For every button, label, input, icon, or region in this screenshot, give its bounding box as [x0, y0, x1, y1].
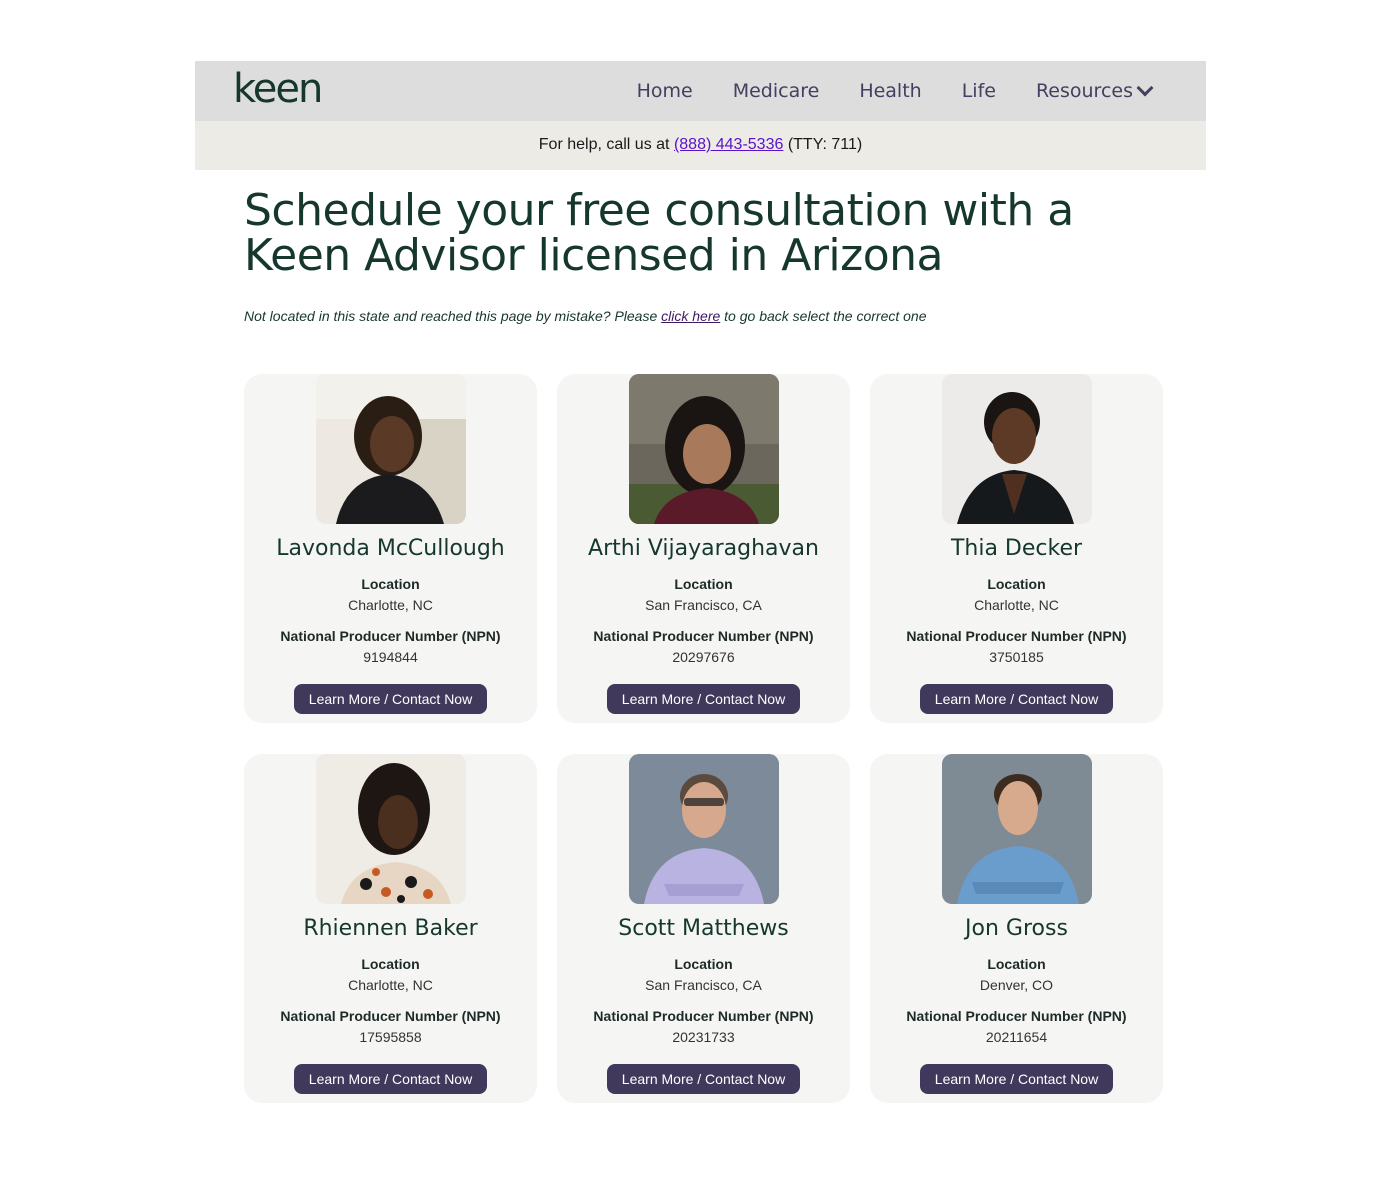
- top-navigation: keen Home Medicare Health Life Resources: [195, 61, 1206, 121]
- location-label: Location: [674, 956, 733, 972]
- advisor-name: Rhiennen Baker: [303, 916, 478, 941]
- nav-resources[interactable]: Resources: [1035, 79, 1154, 102]
- advisor-photo: [315, 754, 466, 904]
- location-value: Charlotte, NC: [348, 977, 433, 993]
- nav-resources-label: Resources: [1035, 80, 1133, 102]
- advisor-card: Lavonda McCullough Location Charlotte, N…: [244, 374, 537, 723]
- notice-suffix: to go back select the correct one: [724, 308, 927, 324]
- nav-links: Home Medicare Health Life Resources: [597, 61, 1154, 121]
- location-label: Location: [987, 956, 1046, 972]
- location-label: Location: [361, 956, 420, 972]
- learn-more-button[interactable]: Learn More / Contact Now: [919, 1064, 1114, 1094]
- help-tty: (TTY: 711): [787, 136, 863, 153]
- chevron-down-icon: [1136, 79, 1154, 97]
- notice-prefix: Not located in this state and reached th…: [244, 308, 658, 324]
- location-label: Location: [987, 576, 1046, 592]
- state-notice: Not located in this state and reached th…: [244, 308, 1206, 324]
- advisor-photo: [941, 754, 1092, 904]
- advisor-photo: [941, 374, 1092, 524]
- nav-life[interactable]: Life: [962, 80, 996, 102]
- advisor-photo: [628, 374, 779, 524]
- npn-value: 17595858: [359, 1029, 422, 1045]
- help-bar: For help, call us at (888) 443-5336 (TTY…: [195, 121, 1206, 170]
- npn-value: 20297676: [672, 649, 735, 665]
- npn-value: 9194844: [363, 649, 418, 665]
- advisor-card: Thia Decker Location Charlotte, NC Natio…: [870, 374, 1163, 723]
- site-container: keen Home Medicare Health Life Resources…: [195, 61, 1206, 1114]
- npn-label: National Producer Number (NPN): [593, 1008, 814, 1024]
- npn-label: National Producer Number (NPN): [280, 628, 501, 644]
- learn-more-button[interactable]: Learn More / Contact Now: [293, 1064, 488, 1094]
- advisor-photo: [628, 754, 779, 904]
- advisor-card: Jon Gross Location Denver, CO National P…: [870, 754, 1163, 1103]
- npn-label: National Producer Number (NPN): [593, 628, 814, 644]
- advisor-name: Lavonda McCullough: [276, 536, 505, 561]
- advisor-grid: Lavonda McCullough Location Charlotte, N…: [244, 374, 1164, 1114]
- help-phone-link[interactable]: (888) 443-5336: [674, 136, 783, 153]
- location-value: San Francisco, CA: [645, 597, 762, 613]
- advisor-card: Scott Matthews Location San Francisco, C…: [557, 754, 850, 1103]
- location-value: Denver, CO: [979, 977, 1054, 993]
- npn-value: 20231733: [672, 1029, 735, 1045]
- main-content: Schedule your free consultation with a K…: [195, 188, 1206, 1114]
- nav-medicare[interactable]: Medicare: [733, 80, 820, 102]
- keen-logo[interactable]: keen: [233, 65, 323, 113]
- learn-more-button[interactable]: Learn More / Contact Now: [919, 684, 1114, 714]
- npn-label: National Producer Number (NPN): [280, 1008, 501, 1024]
- location-value: Charlotte, NC: [348, 597, 433, 613]
- advisor-name: Scott Matthews: [618, 916, 789, 941]
- npn-label: National Producer Number (NPN): [906, 628, 1127, 644]
- advisor-card: Rhiennen Baker Location Charlotte, NC Na…: [244, 754, 537, 1103]
- location-label: Location: [674, 576, 733, 592]
- npn-value: 3750185: [989, 649, 1044, 665]
- location-value: Charlotte, NC: [974, 597, 1059, 613]
- npn-value: 20211654: [985, 1029, 1048, 1045]
- notice-click-here-link[interactable]: click here: [661, 308, 720, 324]
- learn-more-button[interactable]: Learn More / Contact Now: [293, 684, 488, 714]
- advisor-card: Arthi Vijayaraghavan Location San Franci…: [557, 374, 850, 723]
- location-value: San Francisco, CA: [645, 977, 762, 993]
- advisor-photo: [315, 374, 466, 524]
- nav-health[interactable]: Health: [859, 80, 921, 102]
- location-label: Location: [361, 576, 420, 592]
- learn-more-button[interactable]: Learn More / Contact Now: [606, 684, 801, 714]
- advisor-name: Jon Gross: [965, 916, 1068, 941]
- page-title: Schedule your free consultation with a K…: [244, 185, 1074, 281]
- nav-home[interactable]: Home: [637, 80, 693, 102]
- help-text: For help, call us at: [538, 136, 670, 153]
- npn-label: National Producer Number (NPN): [906, 1008, 1127, 1024]
- learn-more-button[interactable]: Learn More / Contact Now: [606, 1064, 801, 1094]
- advisor-name: Thia Decker: [950, 536, 1083, 561]
- advisor-name: Arthi Vijayaraghavan: [588, 536, 819, 561]
